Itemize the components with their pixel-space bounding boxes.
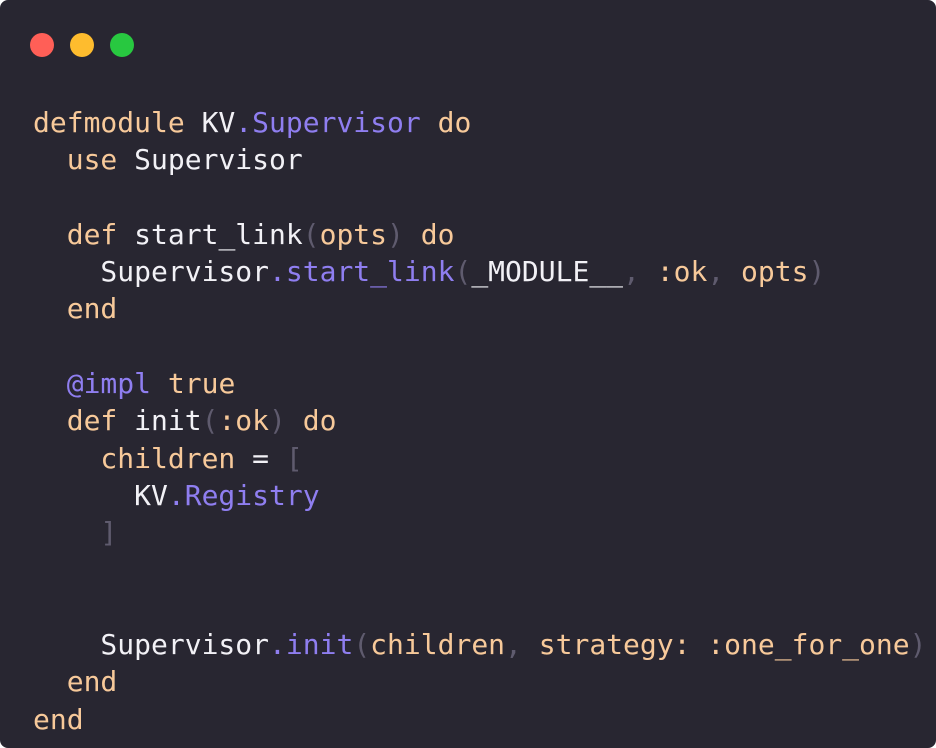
- code-token: (: [454, 255, 472, 289]
- code-token: ): [808, 255, 826, 289]
- code-token: :one_for_one: [690, 628, 910, 662]
- code-line: @impl true: [33, 365, 926, 402]
- code-token: ): [269, 404, 286, 438]
- code-block: defmodule KV.Supervisor do use Superviso…: [33, 104, 926, 738]
- code-token: [: [285, 441, 303, 475]
- code-token: ]: [33, 516, 118, 550]
- code-token: .Supervisor: [235, 106, 421, 139]
- code-token: (: [353, 628, 371, 662]
- close-button-icon[interactable]: [30, 33, 54, 57]
- code-token: KV: [184, 106, 236, 139]
- code-line: end: [33, 701, 926, 738]
- code-token: (: [302, 217, 320, 251]
- code-token: defmodule: [33, 106, 185, 139]
- code-token: =: [235, 441, 286, 475]
- code-token: ,: [505, 628, 539, 662]
- code-line: Supervisor.init(children, strategy: :one…: [33, 626, 926, 663]
- code-token: Supervisor: [117, 143, 303, 177]
- code-line: ]: [33, 514, 926, 551]
- code-token: .Registry: [167, 478, 320, 512]
- code-token: do: [420, 106, 472, 139]
- code-token: end: [33, 292, 118, 326]
- code-line: def init(:ok) do: [33, 402, 926, 439]
- code-window: defmodule KV.Supervisor do use Superviso…: [0, 0, 936, 748]
- code-line: defmodule KV.Supervisor do: [33, 104, 926, 141]
- code-token: .init: [269, 628, 354, 662]
- code-token: do: [285, 404, 337, 438]
- code-token: ): [387, 217, 404, 251]
- code-token: @impl: [33, 367, 152, 401]
- code-token: def: [33, 404, 118, 438]
- code-token: :ok: [656, 255, 708, 289]
- window-controls: [30, 33, 134, 57]
- code-token: true: [151, 367, 236, 401]
- maximize-button-icon[interactable]: [110, 33, 134, 57]
- code-line: end: [33, 663, 926, 700]
- code-token: children: [33, 441, 236, 475]
- minimize-button-icon[interactable]: [70, 33, 94, 57]
- code-token: Supervisor: [33, 255, 270, 289]
- code-token: .start_link: [269, 255, 455, 289]
- code-token: (: [201, 404, 219, 438]
- code-token: opts: [319, 217, 388, 251]
- code-token: _MODULE__: [471, 255, 624, 289]
- code-line: end: [33, 290, 926, 327]
- code-token: Supervisor: [33, 628, 270, 662]
- code-line: Supervisor.start_link(_MODULE__, :ok, op…: [33, 253, 926, 290]
- code-token: do: [403, 217, 455, 251]
- code-line: use Supervisor: [33, 141, 926, 178]
- code-token: :ok: [218, 404, 270, 438]
- code-token: use: [33, 143, 118, 177]
- code-token: ): [909, 628, 927, 662]
- code-token: start_link: [117, 217, 303, 251]
- code-line: KV.Registry: [33, 477, 926, 514]
- code-token: ,: [707, 255, 742, 289]
- code-token: KV: [33, 478, 168, 512]
- code-token: ,: [623, 255, 657, 289]
- code-token: end: [33, 702, 84, 736]
- code-token: opts: [741, 255, 809, 289]
- code-token: init: [117, 404, 202, 438]
- code-line: def start_link(opts) do: [33, 216, 926, 253]
- code-token: children: [370, 628, 506, 662]
- code-token: strategy:: [538, 628, 691, 662]
- code-token: end: [33, 665, 118, 699]
- code-line: children = [: [33, 440, 926, 477]
- code-token: def: [33, 217, 118, 251]
